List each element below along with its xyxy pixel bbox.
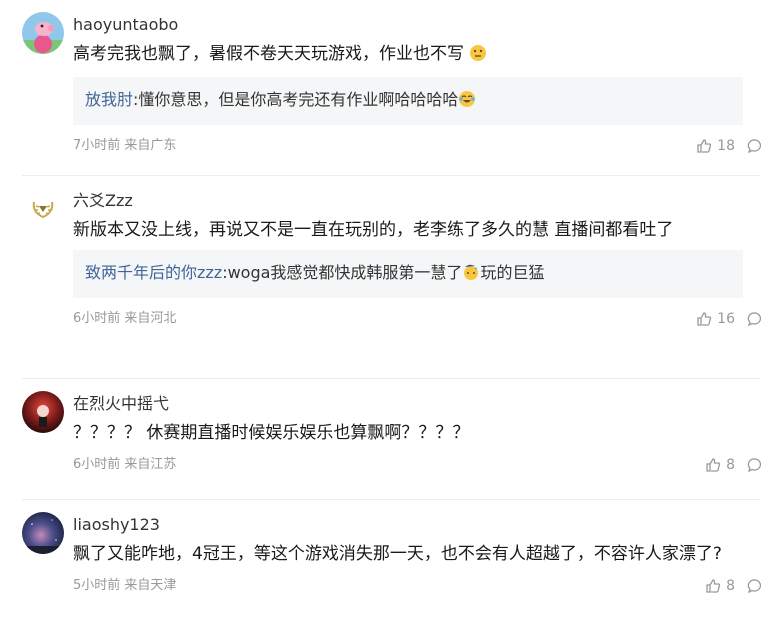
reply-text: :懂你意思，但是你高考完还有作业啊哈哈哈哈	[133, 90, 459, 109]
like-count: 8	[726, 578, 735, 594]
laughing-tears-emoji	[458, 89, 476, 116]
like-count: 8	[726, 457, 735, 473]
timestamp-location: 6小时前 来自江苏	[73, 457, 177, 472]
timestamp-location: 5小时前 来自天津	[73, 578, 177, 593]
comment-text: 飘了又能咋地，4冠王，等这个游戏消失那一天，也不会有人超越了，不容许人家漂了?	[73, 544, 722, 564]
timestamp-location: 6小时前 来自河北	[73, 311, 177, 326]
reply-block: 致两千年后的你zzz:woga我感觉都快成韩服第一慧了 玩的巨猛	[73, 250, 743, 298]
username[interactable]: 在烈火中摇弋	[73, 379, 743, 416]
reply-bubble-icon[interactable]	[747, 311, 761, 327]
reply-bubble-icon[interactable]	[747, 138, 761, 154]
comment-item: haoyuntaobo 高考完我也飘了，暑假不卷天天玩游戏，作业也不写 放我肘:…	[22, 0, 761, 176]
like-button[interactable]: 18	[696, 133, 735, 159]
reply-text: :woga我感觉都快成韩服第一慧了	[222, 263, 463, 282]
username[interactable]: liaoshy123	[73, 500, 743, 537]
like-button[interactable]: 8	[705, 452, 735, 478]
username[interactable]: haoyuntaobo	[73, 0, 743, 37]
thinking-face-emoji	[469, 43, 487, 72]
reply-username[interactable]: 致两千年后的你zzz	[85, 263, 222, 282]
like-button[interactable]: 8	[705, 573, 735, 599]
reply-text-after: 玩的巨猛	[480, 263, 545, 282]
thumbs-up-icon	[696, 311, 712, 327]
comment-item: 在烈火中摇弋 ？？？？ 休赛期直播时候娱乐娱乐也算飘啊？？？？ 6小时前 来自江…	[22, 379, 761, 500]
comment-text: 高考完我也飘了，暑假不卷天天玩游戏，作业也不写	[73, 40, 743, 72]
username[interactable]: 六爻Zzz	[73, 176, 743, 213]
avatar[interactable]	[22, 12, 64, 54]
comment-meta: 6小时前 来自河北 16	[73, 306, 761, 332]
reply-bubble-icon[interactable]	[747, 578, 761, 594]
sweat-emoji	[462, 262, 480, 289]
timestamp-location: 7小时前 来自广东	[73, 138, 177, 153]
peppa-pig-avatar	[22, 12, 64, 54]
reply-username[interactable]: 放我肘	[85, 90, 133, 109]
comment-item: liaoshy123 飘了又能咋地，4冠王，等这个游戏消失那一天，也不会有人超越…	[22, 500, 761, 642]
thumbs-up-icon	[696, 138, 712, 154]
reply-bubble-icon[interactable]	[747, 457, 761, 473]
comment-meta: 6小时前 来自江苏 8	[73, 452, 761, 478]
avatar[interactable]	[22, 188, 64, 230]
comment-meta: 7小时前 来自广东 18	[73, 133, 761, 159]
like-count: 18	[717, 138, 735, 154]
comment-text: ？？？？ 休赛期直播时候娱乐娱乐也算飘啊？？？？	[73, 423, 470, 443]
comment-meta: 5小时前 来自天津 8	[73, 573, 761, 599]
red-glow-avatar	[22, 391, 64, 433]
nebula-avatar	[22, 512, 64, 554]
like-count: 16	[717, 311, 735, 327]
like-button[interactable]: 16	[696, 306, 735, 332]
laurel-badge-avatar	[22, 188, 64, 230]
thumbs-up-icon	[705, 578, 721, 594]
avatar[interactable]	[22, 391, 64, 433]
comment-item: 六爻Zzz 新版本又没上线，再说又不是一直在玩别的，老李练了多久的慧 直播间都看…	[22, 176, 761, 379]
avatar[interactable]	[22, 512, 64, 554]
reply-block: 放我肘:懂你意思，但是你高考完还有作业啊哈哈哈哈	[73, 77, 743, 125]
thumbs-up-icon	[705, 457, 721, 473]
comment-text: 新版本又没上线，再说又不是一直在玩别的，老李练了多久的慧 直播间都看吐了	[73, 220, 674, 240]
